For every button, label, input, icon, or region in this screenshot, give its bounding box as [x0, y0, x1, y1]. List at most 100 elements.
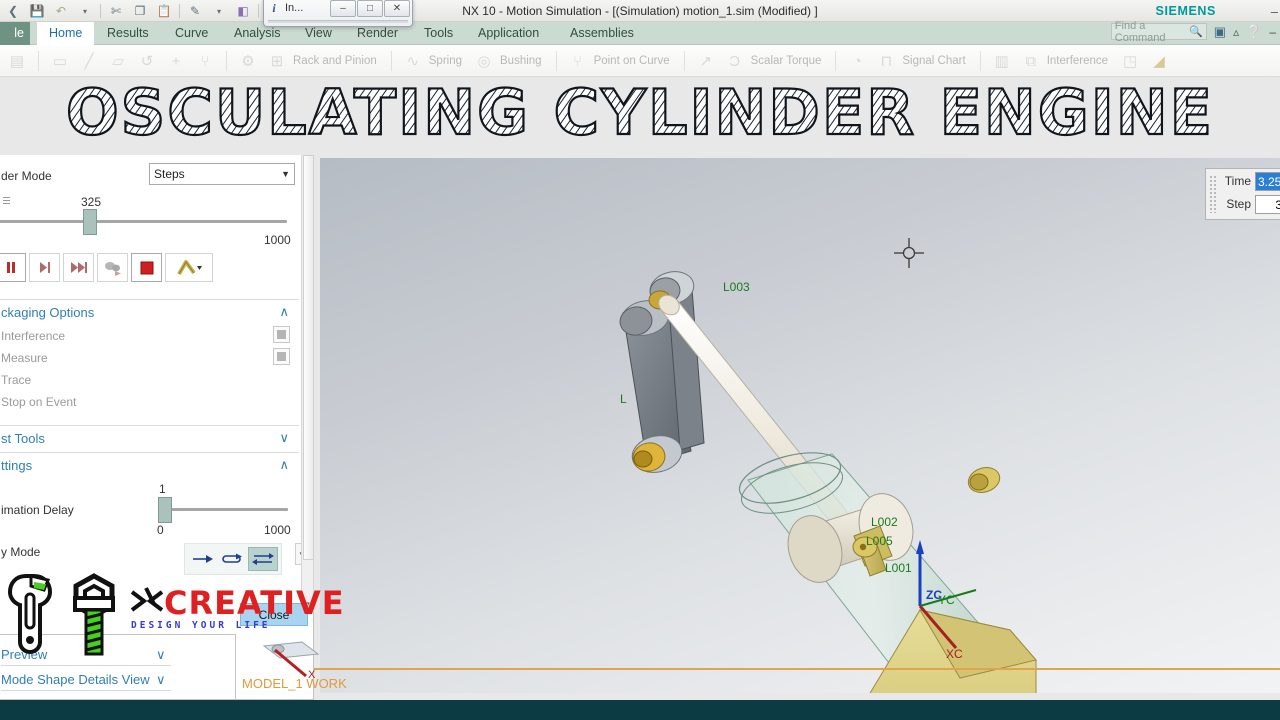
time-step-panel[interactable]: Time 3.25 Step 3: [1205, 168, 1280, 220]
search-input[interactable]: Find a Command 🔍: [1110, 20, 1207, 44]
animation-delay-track[interactable]: [164, 508, 288, 511]
point-on-curve-label[interactable]: Point on Curve: [594, 55, 676, 67]
panel-scrollbar-thumb[interactable]: [303, 155, 314, 560]
play-once-button[interactable]: [188, 547, 218, 571]
vector-force-icon[interactable]: ↗: [693, 48, 719, 74]
time-input[interactable]: 3.25: [1255, 171, 1280, 191]
signal-chart-label[interactable]: Signal Chart: [902, 55, 971, 67]
step-slider-thumb[interactable]: [83, 209, 97, 235]
articulation-button[interactable]: [165, 253, 213, 282]
interference-label[interactable]: Interference: [1, 329, 65, 343]
minimize-ribbon-button[interactable]: –: [1269, 25, 1278, 39]
chevron-down-icon-2[interactable]: ∨: [156, 668, 166, 691]
fast-forward-button[interactable]: [63, 253, 94, 282]
post-tools-section[interactable]: st Tools ∨: [0, 425, 299, 452]
bushing-label[interactable]: Bushing: [500, 55, 548, 67]
info-icon: i: [272, 0, 276, 15]
measure-label[interactable]: Measure: [1, 351, 48, 365]
chevron-down-icon[interactable]: ▼: [281, 169, 290, 179]
interference-icon[interactable]: ⧉: [1018, 48, 1044, 74]
chevron-up-icon[interactable]: ∧: [279, 304, 289, 320]
settings-section[interactable]: ttings ∧: [0, 452, 299, 479]
mode-shape-details-view-section[interactable]: Mode Shape Details View ∨: [1, 668, 171, 691]
solver-icon[interactable]: ▤: [4, 48, 30, 74]
bushing-icon[interactable]: ◎: [471, 48, 497, 74]
pause-button[interactable]: [0, 253, 26, 282]
animation-icon[interactable]: ◔: [844, 48, 870, 74]
chevron-down-icon[interactable]: ∨: [279, 430, 289, 446]
minimize-button[interactable]: –: [1271, 4, 1278, 19]
chevron-up-icon-settings[interactable]: ∧: [279, 457, 289, 473]
scalar-torque-label[interactable]: Scalar Torque: [751, 55, 828, 67]
search-icon[interactable]: 🔍: [1189, 25, 1203, 38]
fast-forward-icon: [70, 262, 87, 273]
chevron-down-icon[interactable]: ∨: [156, 643, 166, 666]
information-window-titlebar: i In... – □ ✕: [264, 0, 412, 18]
preview-section[interactable]: Preview ∨: [1, 643, 171, 666]
package-icon[interactable]: ◳: [1117, 48, 1143, 74]
drag-handle[interactable]: [1209, 175, 1218, 213]
restore-button[interactable]: □: [357, 0, 383, 17]
spring-label[interactable]: Spring: [429, 55, 468, 67]
step-input[interactable]: 3: [1255, 194, 1280, 214]
tab-curve[interactable]: Curve: [163, 22, 220, 45]
joint-icon[interactable]: ╱: [76, 48, 102, 74]
stop-button[interactable]: [131, 253, 162, 282]
tab-file[interactable]: le: [0, 22, 30, 45]
play-loop-icon: [222, 553, 242, 563]
play-once-icon: [193, 555, 213, 563]
trace-label[interactable]: Trace: [1, 373, 31, 387]
point-on-curve-icon[interactable]: ⑂: [565, 48, 591, 74]
rack-pinion-label[interactable]: Rack and Pinion: [293, 55, 383, 67]
scalar-torque-icon[interactable]: Ɔ: [722, 48, 748, 74]
link-icon[interactable]: ▭: [47, 48, 73, 74]
link-label-l003: L003: [723, 280, 750, 294]
document-icon[interactable]: ▥: [989, 48, 1015, 74]
tab-application[interactable]: Application: [466, 22, 551, 45]
interference-toggle[interactable]: [273, 326, 290, 343]
animation-delay-thumb[interactable]: [158, 497, 172, 523]
play-loop-button[interactable]: [218, 547, 248, 571]
mechanism-icon[interactable]: ◢: [1146, 48, 1172, 74]
tab-assemblies[interactable]: Assemblies: [558, 22, 646, 45]
step-slider[interactable]: [0, 209, 287, 237]
axis-label-xc: XC: [946, 647, 963, 661]
tab-results[interactable]: Results: [95, 22, 161, 45]
graphics-viewport[interactable]: L003 L002 L005 L001 ZC YC XC L: [320, 158, 1280, 693]
spring-icon[interactable]: ∿: [400, 48, 426, 74]
tab-tools[interactable]: Tools: [412, 22, 465, 45]
export-animation-button[interactable]: [97, 253, 128, 282]
close-icon[interactable]: ✕: [384, 0, 410, 17]
window-controls: –: [1271, 0, 1278, 22]
rack-pinion-icon[interactable]: ⊞: [264, 48, 290, 74]
ribbon-divider-7: [979, 51, 981, 71]
measure-toggle[interactable]: [273, 348, 290, 365]
slider-joint-icon[interactable]: ▱: [105, 48, 131, 74]
slider-mode-select[interactable]: Steps ▼: [149, 163, 295, 185]
coupler-icon[interactable]: ⑂: [192, 48, 218, 74]
information-window[interactable]: i In... – □ ✕: [263, 0, 413, 27]
step-forward-button[interactable]: [29, 253, 60, 282]
play-bounce-button[interactable]: [248, 547, 278, 571]
mode-shape-details-view-label: Mode Shape Details View: [1, 672, 150, 687]
stop-on-event-label[interactable]: Stop on Event: [1, 395, 76, 409]
animation-delay-slider[interactable]: [158, 497, 288, 525]
packaging-options-section[interactable]: ckaging Options ∧: [0, 299, 299, 326]
packaging-options-title: ckaging Options: [1, 305, 95, 320]
minimize-button[interactable]: –: [330, 0, 356, 17]
close-button[interactable]: Close: [240, 603, 308, 626]
panel-scrollbar[interactable]: [301, 155, 314, 597]
help-icon[interactable]: ❔: [1246, 24, 1262, 40]
step-slider-track[interactable]: [0, 220, 287, 223]
revolute-joint-icon[interactable]: ↺: [134, 48, 160, 74]
command-search-cluster: Find a Command 🔍 ▣ ▵ ❔ –: [1110, 20, 1278, 44]
animation-delay-max-label: 1000: [264, 523, 291, 537]
interference-label[interactable]: Interference: [1047, 55, 1114, 67]
crosshair-cursor-icon: [894, 238, 924, 268]
tab-home[interactable]: Home: [37, 22, 95, 45]
window-icon[interactable]: ▣: [1214, 24, 1226, 40]
signal-chart-icon[interactable]: ⊓: [873, 48, 899, 74]
point-icon[interactable]: +: [163, 48, 189, 74]
chevron-up-icon[interactable]: ▵: [1233, 25, 1239, 39]
gear-coupler-icon[interactable]: ⚙: [235, 48, 261, 74]
